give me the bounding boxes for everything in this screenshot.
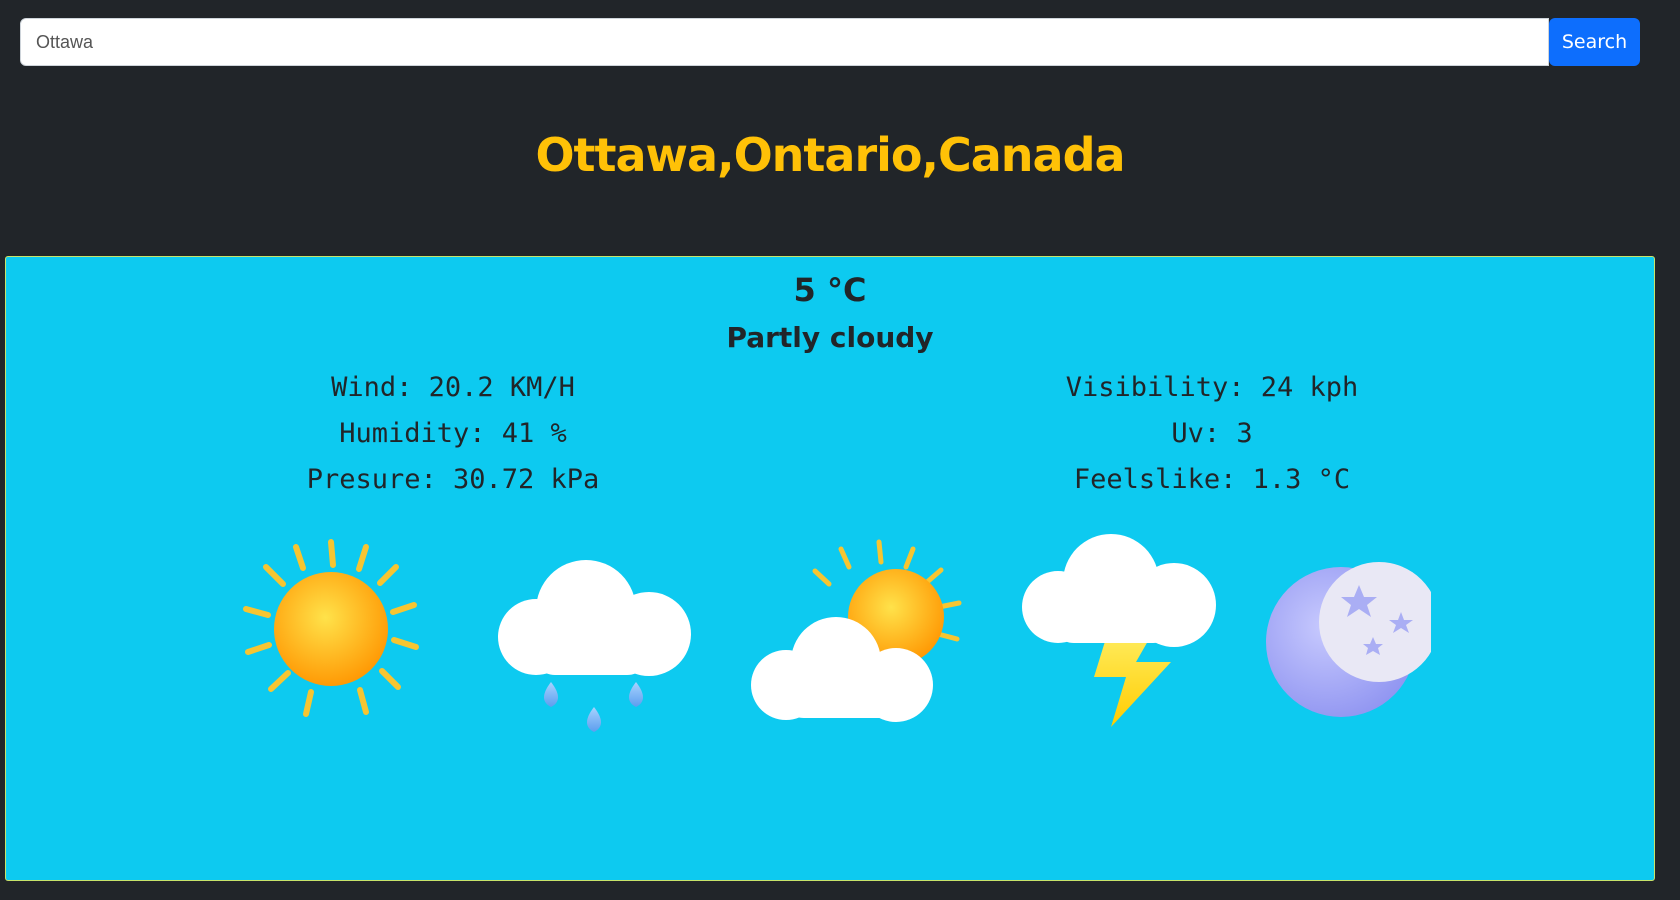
rain-cloud-icon xyxy=(498,560,691,732)
moon-icon xyxy=(1266,562,1431,717)
search-button[interactable]: Search xyxy=(1549,18,1640,66)
weather-details-left: Wind: 20.2 KM/H Humidity: 41 % Presure: … xyxy=(153,365,753,503)
temperature: 5 °C xyxy=(793,271,867,309)
location-title: Ottawa,Ontario,Canada xyxy=(535,128,1125,182)
humidity-value: Humidity: 41 % xyxy=(339,418,567,449)
visibility-value: Visibility: 24 kph xyxy=(1065,372,1359,403)
weather-details-right: Visibility: 24 kph Uv: 3 Feelslike: 1.3 … xyxy=(912,365,1512,503)
weather-icons xyxy=(6,534,1654,757)
pressure-value: Presure: 30.72 kPa xyxy=(306,464,600,495)
feelslike-value: Feelslike: 1.3 °C xyxy=(1073,464,1351,495)
search-bar: Search xyxy=(20,18,1640,66)
search-input[interactable] xyxy=(20,18,1549,66)
condition: Partly cloudy xyxy=(726,321,934,354)
uv-value: Uv: 3 xyxy=(1171,418,1253,449)
wind-value: Wind: 20.2 KM/H xyxy=(331,372,575,403)
thunderstorm-icon xyxy=(1022,534,1216,727)
weather-card: 5 °C Partly cloudy Wind: 20.2 KM/H Humid… xyxy=(5,256,1655,881)
sun-icon xyxy=(243,539,419,717)
partly-cloudy-icon xyxy=(751,539,962,722)
